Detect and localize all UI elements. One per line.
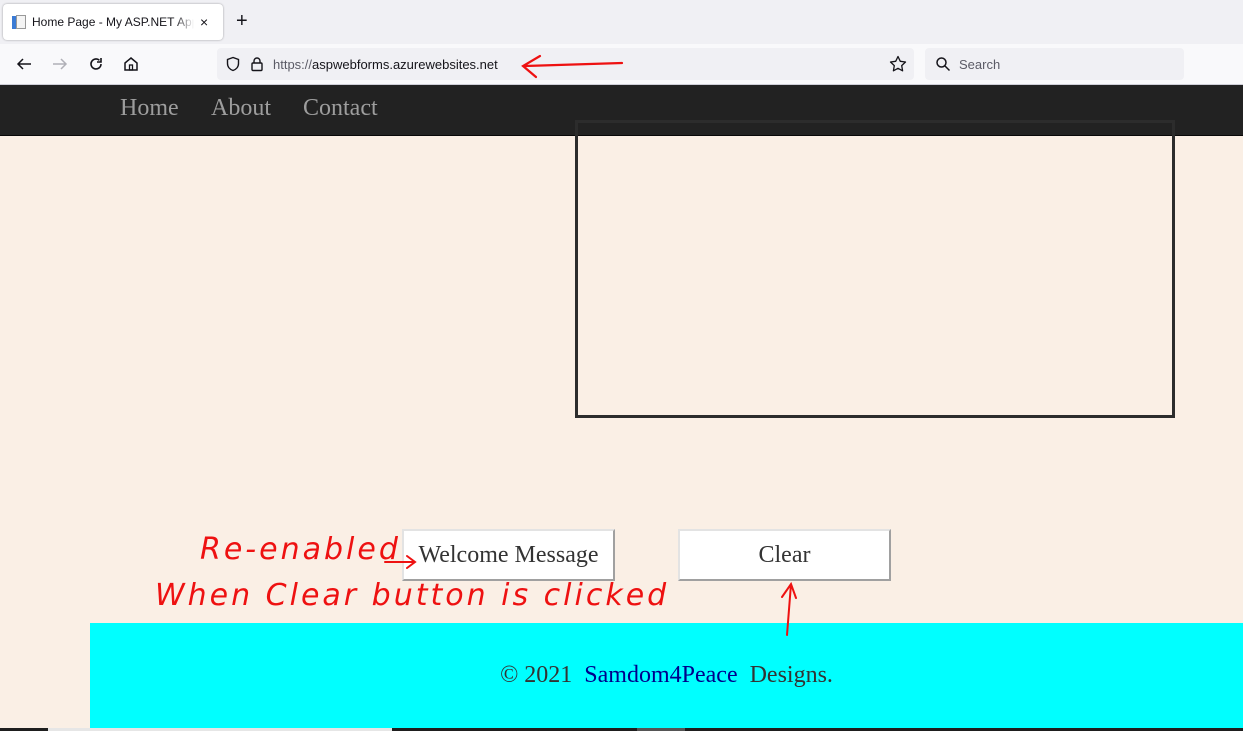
site-footer: © 2021 Samdom4Peace Designs.	[90, 623, 1243, 728]
content-frame-box	[575, 120, 1175, 418]
clear-button[interactable]: Clear	[678, 529, 891, 581]
back-icon[interactable]	[13, 53, 35, 75]
search-icon	[933, 54, 953, 74]
nav-link-home[interactable]: Home	[120, 95, 179, 122]
close-tab-icon[interactable]: ×	[200, 14, 208, 30]
home-icon[interactable]	[120, 53, 142, 75]
browser-tab[interactable]: Home Page - My ASP.NET Application ×	[3, 4, 223, 40]
search-bar[interactable]: Search	[925, 48, 1184, 80]
reload-icon[interactable]	[85, 53, 107, 75]
browser-tab-bar: Home Page - My ASP.NET Application × +	[0, 0, 1243, 44]
url-scheme: https://	[273, 56, 313, 72]
url-bar[interactable]: https://aspwebforms.azurewebsites.net	[217, 48, 914, 80]
nav-link-about[interactable]: About	[211, 95, 271, 122]
page-favicon-icon	[12, 14, 26, 30]
annotation-when-clear-clicked: When Clear button is clicked	[155, 578, 670, 613]
tracking-protection-shield-icon[interactable]	[223, 54, 243, 74]
annotation-reenabled: Re-enabled	[200, 532, 401, 567]
footer-brand-link[interactable]: Samdom4Peace	[584, 662, 737, 689]
search-placeholder: Search	[959, 56, 1001, 72]
footer-suffix: Designs.	[749, 662, 833, 688]
welcome-message-button[interactable]: Welcome Message	[402, 529, 615, 581]
footer-copyright: © 2021	[500, 662, 573, 688]
url-host: aspwebforms.azurewebsites.net	[312, 56, 498, 72]
new-tab-button[interactable]: +	[236, 10, 248, 32]
lock-icon[interactable]	[247, 54, 267, 74]
tab-title: Home Page - My ASP.NET Application	[32, 15, 194, 29]
browser-toolbar: https://aspwebforms.azurewebsites.net Se…	[0, 44, 1243, 85]
bookmark-star-icon[interactable]	[888, 54, 908, 74]
nav-link-contact[interactable]: Contact	[303, 95, 378, 122]
forward-icon[interactable]	[49, 53, 71, 75]
url-text[interactable]: https://aspwebforms.azurewebsites.net	[273, 57, 498, 72]
